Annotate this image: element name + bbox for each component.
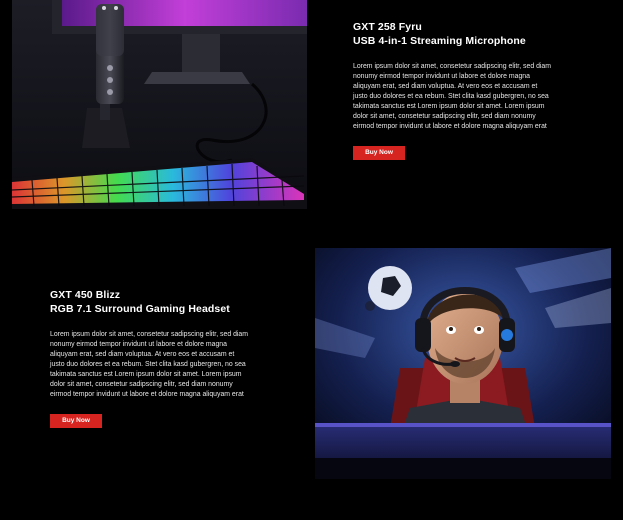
product-name: GXT 258 Fyru bbox=[353, 21, 422, 33]
product-description: Lorem ipsum dolor sit amet, consetetur s… bbox=[50, 331, 249, 398]
product-title: GXT 258 Fyru USB 4-in-1 Streaming Microp… bbox=[353, 20, 553, 48]
product-subtitle: RGB 7.1 Surround Gaming Headset bbox=[50, 303, 230, 315]
product-description: Lorem ipsum dolor sit amet, consetetur s… bbox=[353, 63, 552, 130]
headset-product-image bbox=[315, 248, 611, 479]
buy-now-button[interactable]: Buy Now bbox=[353, 146, 405, 160]
product-title: GXT 450 Blizz RGB 7.1 Surround Gaming He… bbox=[50, 288, 250, 316]
microphone-product-image bbox=[12, 0, 307, 209]
product-subtitle: USB 4-in-1 Streaming Microphone bbox=[353, 35, 526, 47]
product-name: GXT 450 Blizz bbox=[50, 289, 121, 301]
product-microphone: GXT 258 Fyru USB 4-in-1 Streaming Microp… bbox=[353, 20, 553, 160]
buy-now-button[interactable]: Buy Now bbox=[50, 414, 102, 428]
product-headset: GXT 450 Blizz RGB 7.1 Surround Gaming He… bbox=[50, 288, 250, 428]
